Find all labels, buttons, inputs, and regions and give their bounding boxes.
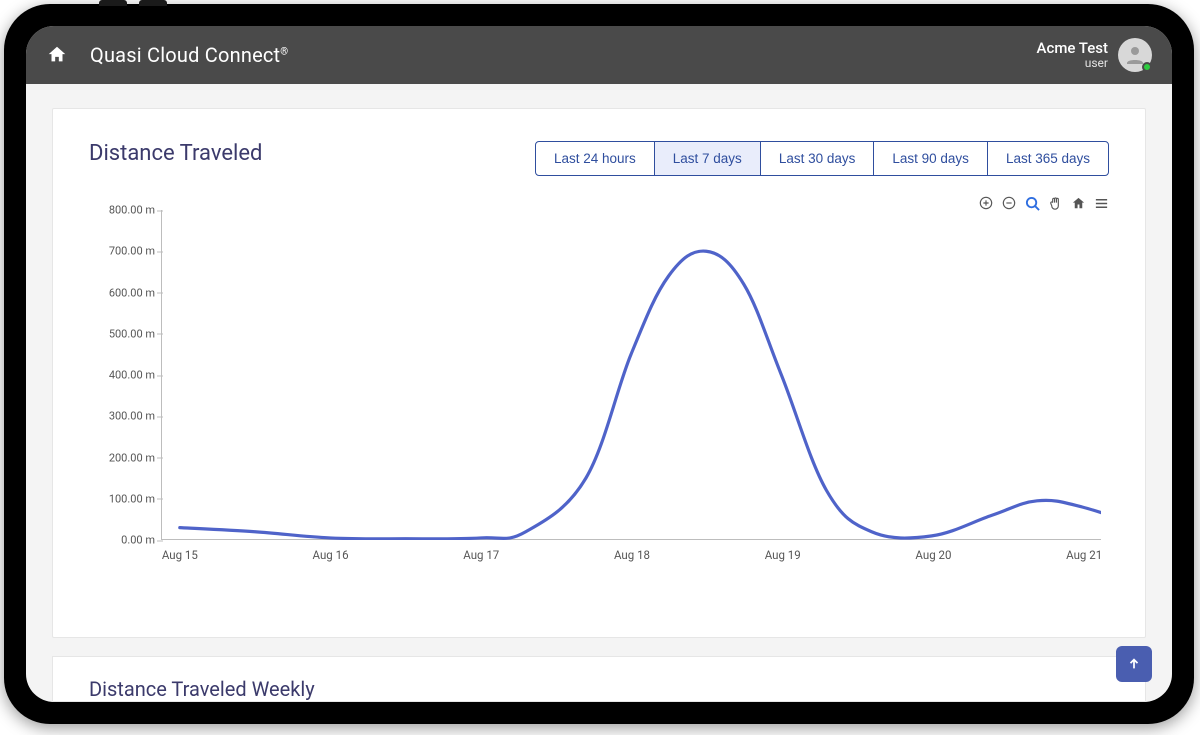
zoom-out-icon[interactable] xyxy=(1001,195,1017,211)
x-tick-label: Aug 18 xyxy=(614,548,650,562)
chart-toolbar xyxy=(978,195,1109,211)
time-range-group: Last 24 hoursLast 7 daysLast 30 daysLast… xyxy=(535,141,1109,176)
y-tick-label: 0.00 m xyxy=(89,534,155,547)
user-block[interactable]: Acme Test user xyxy=(1037,38,1152,72)
reset-home-icon[interactable] xyxy=(1070,195,1086,211)
device-physical-buttons xyxy=(99,0,179,8)
range-button-last-7-days[interactable]: Last 7 days xyxy=(654,141,761,176)
card-title: Distance Traveled xyxy=(89,141,262,166)
pan-icon[interactable] xyxy=(1047,195,1063,211)
y-tick-label: 200.00 m xyxy=(89,451,155,464)
chart-area[interactable]: 0.00 m 100.00 m 200.00 m 300.00 m 400.00 m 50… xyxy=(89,210,1109,570)
home-icon[interactable] xyxy=(46,44,68,66)
user-role: user xyxy=(1037,57,1108,70)
x-tick-label: Aug 21 xyxy=(1066,548,1102,562)
y-tick-label: 400.00 m xyxy=(89,369,155,382)
presence-indicator xyxy=(1142,62,1152,72)
zoom-select-icon[interactable] xyxy=(1024,195,1040,211)
brand-title: Quasi Cloud Connect® xyxy=(90,43,288,67)
next-card-title: Distance Traveled Weekly xyxy=(89,677,1109,701)
chart-line xyxy=(161,210,1101,540)
distance-traveled-card: Distance Traveled Last 24 hoursLast 7 da… xyxy=(52,108,1146,638)
avatar[interactable] xyxy=(1118,38,1152,72)
x-tick-label: Aug 19 xyxy=(765,548,801,562)
x-tick-label: Aug 16 xyxy=(313,548,349,562)
device-screen: Quasi Cloud Connect® Acme Test user xyxy=(26,26,1172,702)
menu-icon[interactable] xyxy=(1093,195,1109,211)
y-tick-label: 300.00 m xyxy=(89,410,155,423)
zoom-in-icon[interactable] xyxy=(978,195,994,211)
y-tick-label: 600.00 m xyxy=(89,286,155,299)
brand-symbol: ® xyxy=(280,46,288,57)
range-button-last-24-hours[interactable]: Last 24 hours xyxy=(535,141,655,176)
y-tick-label: 100.00 m xyxy=(89,492,155,505)
y-tick-label: 800.00 m xyxy=(89,204,155,217)
range-button-last-30-days[interactable]: Last 30 days xyxy=(760,141,875,176)
brand-text: Quasi Cloud Connect xyxy=(90,43,280,67)
top-bar: Quasi Cloud Connect® Acme Test user xyxy=(26,26,1172,84)
next-card-peek: Distance Traveled Weekly xyxy=(52,656,1146,702)
x-tick-label: Aug 17 xyxy=(463,548,499,562)
y-tick-label: 500.00 m xyxy=(89,327,155,340)
user-name: Acme Test xyxy=(1037,40,1108,57)
x-tick-label: Aug 15 xyxy=(162,548,198,562)
y-tick-label: 700.00 m xyxy=(89,245,155,258)
range-button-last-365-days[interactable]: Last 365 days xyxy=(987,141,1109,176)
range-button-last-90-days[interactable]: Last 90 days xyxy=(873,141,988,176)
scroll-to-top-button[interactable] xyxy=(1116,646,1152,682)
x-tick-label: Aug 20 xyxy=(915,548,951,562)
device-frame: Quasi Cloud Connect® Acme Test user xyxy=(4,4,1194,724)
